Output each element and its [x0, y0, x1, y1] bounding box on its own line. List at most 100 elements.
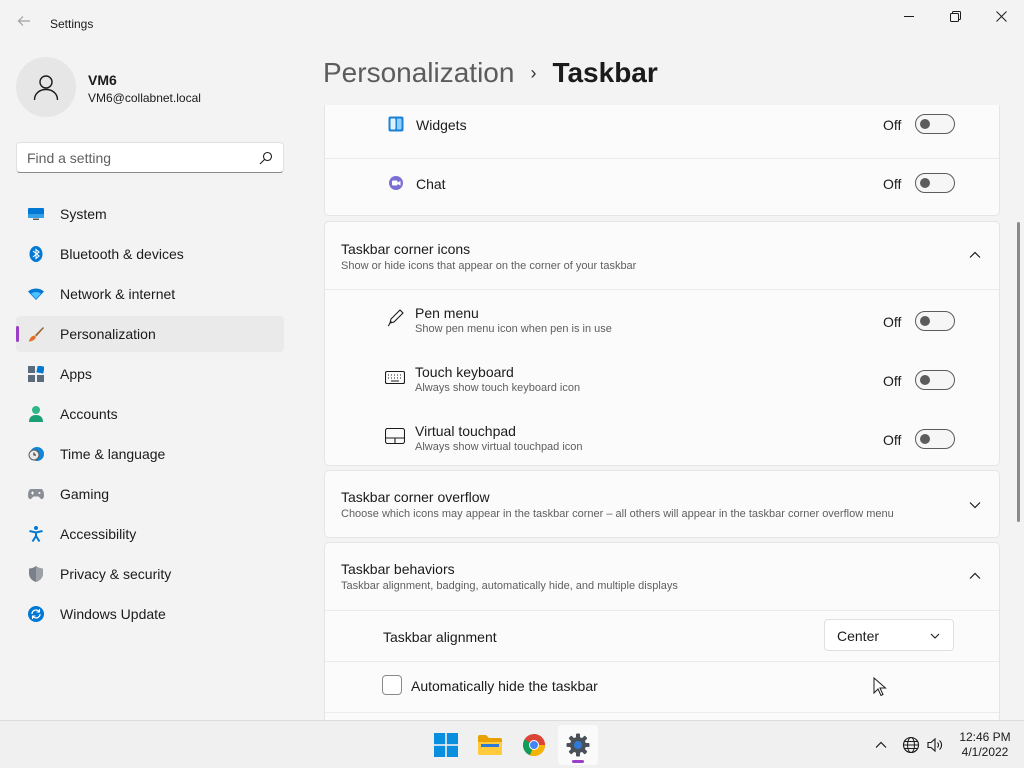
user-email: VM6@collabnet.local	[88, 91, 201, 105]
sidebar-item-privacy[interactable]: Privacy & security	[16, 556, 284, 592]
sidebar-item-personalization[interactable]: Personalization	[16, 316, 284, 352]
volume-button[interactable]	[926, 721, 944, 768]
bluetooth-icon	[28, 246, 44, 262]
sidebar-item-label: Windows Update	[60, 606, 166, 622]
pen-menu-state-text: Off	[883, 314, 902, 330]
settings-app-button[interactable]	[558, 725, 598, 765]
minimize-button[interactable]	[886, 6, 932, 26]
settings-content: Widgets Off Chat Off Taskbar corner icon…	[324, 105, 1000, 720]
avatar[interactable]	[16, 57, 76, 117]
clock-globe-icon	[28, 446, 44, 462]
chevron-up-icon[interactable]	[968, 248, 982, 262]
speaker-icon	[927, 737, 942, 753]
taskbar-alignment-label: Taskbar alignment	[383, 629, 497, 645]
restore-button[interactable]	[932, 6, 978, 26]
search-icon[interactable]	[259, 151, 273, 165]
chevron-down-icon	[930, 633, 940, 639]
clock[interactable]: 12:46 PM 4/1/2022	[956, 730, 1014, 760]
behaviors-subtitle: Taskbar alignment, badging, automaticall…	[341, 580, 678, 592]
behaviors-header[interactable]: Taskbar behaviors Taskbar alignment, bad…	[325, 543, 999, 610]
divider	[325, 712, 999, 713]
person-icon	[28, 406, 44, 422]
search-input[interactable]	[27, 150, 247, 166]
virtual-touchpad-toggle[interactable]	[915, 429, 955, 449]
sidebar-item-label: Personalization	[60, 326, 156, 342]
apps-icon	[28, 366, 44, 382]
sidebar-item-time-language[interactable]: Time & language	[16, 436, 284, 472]
touchpad-icon	[385, 426, 405, 446]
accessibility-icon	[28, 526, 44, 542]
sidebar-item-accessibility[interactable]: Accessibility	[16, 516, 284, 552]
chrome-icon	[522, 734, 546, 757]
virtual-touchpad-description: Always show virtual touchpad icon	[415, 441, 583, 453]
sidebar-item-label: Bluetooth & devices	[60, 246, 184, 262]
virtual-touchpad-label: Virtual touchpad	[415, 423, 516, 439]
pen-icon	[385, 308, 405, 328]
clock-time: 12:46 PM	[959, 730, 1011, 744]
paintbrush-icon	[28, 326, 44, 342]
breadcrumb: Personalization › Taskbar	[323, 57, 658, 89]
sidebar-item-system[interactable]: System	[16, 196, 284, 232]
sidebar-item-network[interactable]: Network & internet	[16, 276, 284, 312]
touch-keyboard-label: Touch keyboard	[415, 364, 514, 380]
breadcrumb-parent[interactable]: Personalization	[323, 57, 514, 89]
title-bar: Settings	[0, 0, 1024, 48]
breadcrumb-separator: ›	[530, 62, 537, 83]
clock-date: 4/1/2022	[961, 745, 1009, 759]
virtual-touchpad-state-text: Off	[883, 432, 902, 448]
chevron-down-icon[interactable]	[968, 498, 982, 512]
mouse-cursor-icon	[873, 677, 887, 697]
sidebar-item-label: Privacy & security	[60, 566, 172, 582]
taskbar-alignment-dropdown[interactable]: Center	[824, 619, 954, 651]
chat-state-text: Off	[883, 176, 902, 192]
corner-icons-header[interactable]: Taskbar corner icons Show or hide icons …	[325, 222, 999, 289]
show-hidden-icons-button[interactable]	[874, 721, 888, 768]
sidebar-item-apps[interactable]: Apps	[16, 356, 284, 392]
pen-menu-label: Pen menu	[415, 305, 479, 321]
sidebar-nav: System Bluetooth & devices Network & int…	[16, 196, 284, 636]
chrome-button[interactable]	[514, 725, 554, 765]
widgets-toggle[interactable]	[915, 114, 955, 134]
pen-menu-toggle[interactable]	[915, 311, 955, 331]
chevron-up-icon[interactable]	[968, 569, 982, 583]
shield-icon	[28, 566, 44, 582]
start-button[interactable]	[426, 725, 466, 765]
widgets-state-text: Off	[883, 117, 902, 133]
close-button[interactable]	[978, 6, 1024, 26]
folder-icon	[478, 735, 502, 755]
chat-toggle[interactable]	[915, 173, 955, 193]
gamepad-icon	[28, 486, 44, 502]
sidebar-item-label: Apps	[60, 366, 92, 382]
scrollbar[interactable]	[1017, 222, 1020, 522]
taskbar-alignment-value: Center	[837, 628, 880, 644]
divider	[325, 289, 999, 290]
network-button[interactable]	[902, 721, 920, 768]
sidebar-item-accounts[interactable]: Accounts	[16, 396, 284, 432]
file-explorer-button[interactable]	[470, 725, 510, 765]
search-box[interactable]	[16, 142, 284, 173]
corner-overflow-card[interactable]: Taskbar corner overflow Choose which ico…	[324, 470, 1000, 538]
sidebar-item-label: Time & language	[60, 446, 166, 462]
sidebar-item-bluetooth[interactable]: Bluetooth & devices	[16, 236, 284, 272]
windows-logo-icon	[434, 733, 458, 757]
autohide-checkbox[interactable]	[382, 675, 402, 695]
keyboard-icon	[385, 367, 405, 387]
divider	[325, 661, 999, 662]
divider	[325, 158, 999, 159]
gear-icon	[566, 733, 590, 757]
corner-icons-title: Taskbar corner icons	[341, 241, 471, 257]
person-icon	[33, 75, 59, 101]
wifi-icon	[28, 286, 44, 302]
app-title: Settings	[50, 17, 94, 31]
pen-menu-description: Show pen menu icon when pen is in use	[415, 323, 612, 335]
corner-overflow-subtitle: Choose which icons may appear in the tas…	[341, 508, 894, 520]
globe-icon	[902, 736, 920, 754]
sidebar-item-windows-update[interactable]: Windows Update	[16, 596, 284, 632]
page-title: Taskbar	[552, 57, 658, 88]
widgets-icon	[386, 114, 406, 134]
sidebar-item-gaming[interactable]: Gaming	[16, 476, 284, 512]
back-arrow-icon[interactable]	[14, 14, 34, 34]
touch-keyboard-toggle[interactable]	[915, 370, 955, 390]
user-name: VM6	[88, 72, 117, 88]
chat-label: Chat	[416, 176, 446, 192]
